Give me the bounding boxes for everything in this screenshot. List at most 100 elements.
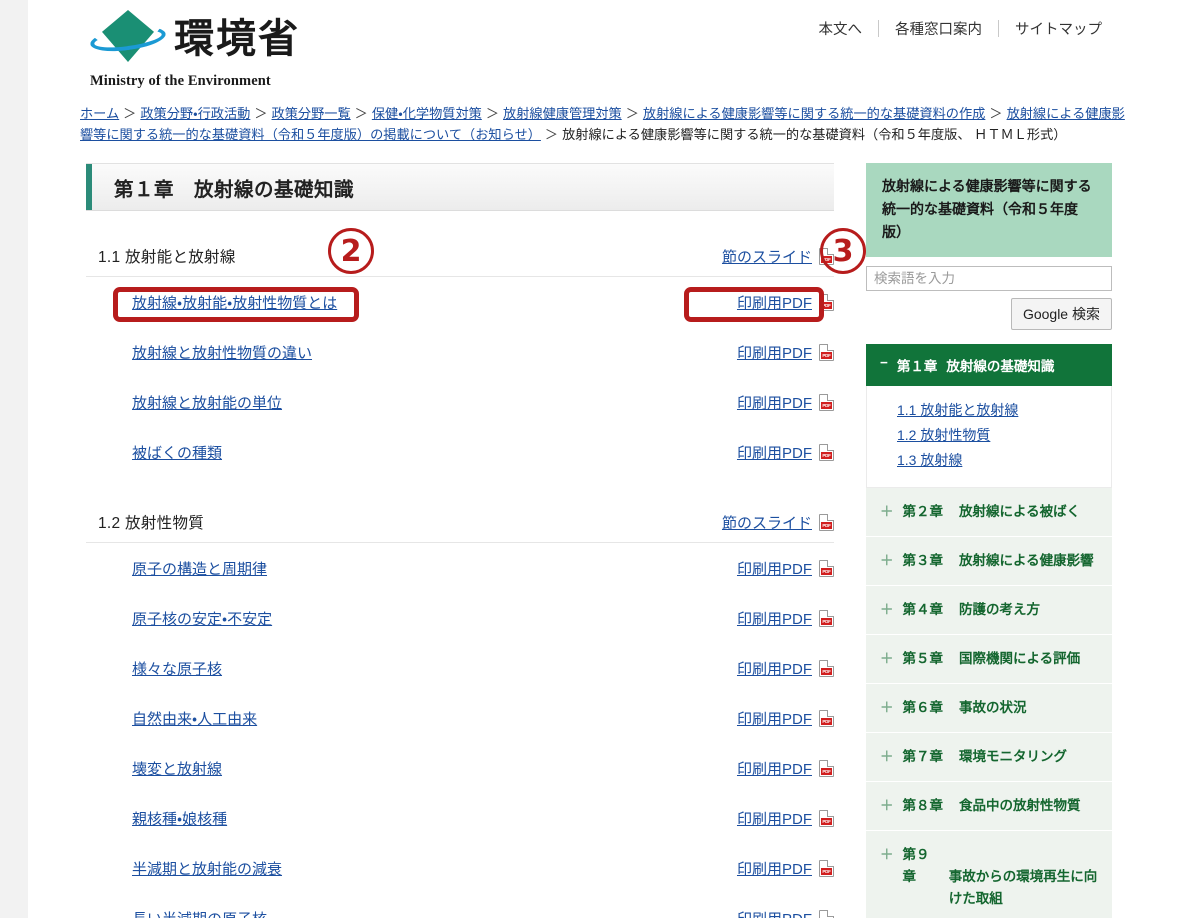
breadcrumb-separator: ＞	[625, 106, 639, 121]
pdf-link-label[interactable]: 印刷用PDF	[737, 858, 812, 879]
topic-pdf-link[interactable]: 印刷用PDF	[737, 858, 834, 879]
topic-pdf-link[interactable]: 印刷用PDF	[737, 908, 834, 918]
pdf-link-label[interactable]: 印刷用PDF	[737, 292, 812, 313]
section-title: 1.2 放射性物質	[98, 515, 205, 532]
sidebar-item-chapter-9[interactable]: ＋ 第９章 事故からの環境再生に向けた取組	[866, 831, 1112, 918]
breadcrumb-item-policy-field[interactable]: 政策分野・行政活動	[140, 106, 250, 121]
expand-plus-icon: ＋	[880, 798, 894, 813]
slide-link-label[interactable]: 節のスライド	[722, 246, 812, 267]
topic-link[interactable]: 放射線と放射能の単位	[132, 392, 282, 413]
chapter-number: 第３章	[902, 553, 944, 568]
breadcrumb-item-material-creation[interactable]: 放射線による健康影響等に関する統一的な基礎資料の作成	[643, 106, 985, 121]
topic-link[interactable]: 原子の構造と周期律	[132, 558, 267, 579]
topic-row: 放射線と放射能の単位 印刷用PDF	[86, 377, 834, 427]
slide-link-label[interactable]: 節のスライド	[722, 512, 812, 533]
breadcrumb-separator: ＞	[989, 106, 1003, 121]
pdf-link-label[interactable]: 印刷用PDF	[737, 908, 812, 918]
topic-pdf-link[interactable]: 印刷用PDF	[737, 342, 834, 363]
topic-pdf-link[interactable]: 印刷用PDF	[737, 708, 834, 729]
chapter-label: 放射線による健康影響	[959, 553, 1094, 568]
pdf-link-label[interactable]: 印刷用PDF	[737, 708, 812, 729]
topic-link[interactable]: 原子核の安定・不安定	[132, 608, 272, 629]
collapse-minus-icon: −	[880, 355, 888, 370]
pdf-icon	[819, 859, 834, 877]
page-title: 第１章 放射線の基礎知識	[114, 178, 355, 201]
pdf-link-label[interactable]: 印刷用PDF	[737, 442, 812, 463]
section-slide-link[interactable]: 節のスライド	[722, 512, 834, 533]
breadcrumb-separator: ＞	[544, 127, 559, 142]
breadcrumb: ホーム＞政策分野・行政活動＞政策分野一覧＞保健・化学物質対策＞放射線健康管理対策…	[80, 103, 1135, 145]
sidebar-item-chapter-2[interactable]: ＋ 第２章 放射線による被ばく	[866, 488, 1112, 537]
topic-pdf-link[interactable]: 印刷用PDF	[737, 808, 834, 829]
topic-pdf-link[interactable]: 印刷用PDF	[737, 758, 834, 779]
sidebar: 放射線による健康影響等に関する統一的な基礎資料（令和５年度版） Google 検…	[866, 163, 1112, 918]
chapter-1-subsections: 1.1 放射能と放射線 1.2 放射性物質 1.3 放射線	[866, 386, 1112, 488]
pdf-link-label[interactable]: 印刷用PDF	[737, 658, 812, 679]
topic-pdf-link[interactable]: 印刷用PDF	[737, 442, 834, 463]
topic-link[interactable]: 放射線・放射能・放射性物質とは	[132, 292, 337, 313]
site-logo[interactable]: 環境省 Ministry of the Environment	[88, 8, 300, 90]
chapter-label: 環境モニタリング	[959, 749, 1067, 764]
breadcrumb-item-health-chemical[interactable]: 保健・化学物質対策	[372, 106, 482, 121]
pdf-link-label[interactable]: 印刷用PDF	[737, 342, 812, 363]
left-gutter	[0, 0, 28, 918]
expand-plus-icon: ＋	[880, 504, 894, 519]
chapter-number: 第９章	[902, 847, 930, 884]
main-content: 第１章 放射線の基礎知識 1.1 放射能と放射線 節のスライド 放射線・放射能・…	[86, 163, 834, 918]
section-slide-link[interactable]: 節のスライド	[722, 246, 834, 267]
pdf-link-label[interactable]: 印刷用PDF	[737, 608, 812, 629]
chapter-label: 防護の考え方	[959, 602, 1040, 617]
sidebar-item-chapter-3[interactable]: ＋ 第３章 放射線による健康影響	[866, 537, 1112, 586]
topic-row: 被ばくの種類 印刷用PDF	[86, 427, 834, 477]
chapter-label: 放射線による被ばく	[959, 504, 1081, 519]
util-nav-contact-guide[interactable]: 各種窓口案内	[879, 18, 998, 39]
breadcrumb-current-page: 放射線による健康影響等に関する統一的な基礎資料（令和５年度版、 ＨＴＭＬ形式）	[562, 127, 1067, 142]
topic-row: 自然由来・人工由来 印刷用PDF	[86, 693, 834, 743]
sidebar-subitem-1-1[interactable]: 1.1 放射能と放射線	[897, 398, 1099, 423]
pdf-link-label[interactable]: 印刷用PDF	[737, 808, 812, 829]
util-nav-skip-to-content[interactable]: 本文へ	[803, 18, 879, 39]
topic-row: 親核種・娘核種 印刷用PDF	[86, 793, 834, 843]
sidebar-item-chapter-1[interactable]: − 第１章 放射線の基礎知識	[866, 344, 1112, 386]
sidebar-item-chapter-7[interactable]: ＋ 第７章 環境モニタリング	[866, 733, 1112, 782]
utility-nav: 本文へ 各種窓口案内 サイトマップ	[803, 18, 1119, 39]
util-nav-sitemap[interactable]: サイトマップ	[999, 18, 1118, 39]
pdf-link-label[interactable]: 印刷用PDF	[737, 392, 812, 413]
topic-link[interactable]: 長い半減期の原子核	[132, 908, 267, 918]
sidebar-subitem-1-3[interactable]: 1.3 放射線	[897, 448, 1099, 473]
topic-link[interactable]: 放射線と放射性物質の違い	[132, 342, 312, 363]
search-input[interactable]	[866, 266, 1112, 291]
breadcrumb-item-policy-list[interactable]: 政策分野一覧	[272, 106, 351, 121]
expand-plus-icon: ＋	[880, 553, 894, 568]
topic-link[interactable]: 壊変と放射線	[132, 758, 222, 779]
topic-link[interactable]: 被ばくの種類	[132, 442, 222, 463]
pdf-icon	[819, 343, 834, 361]
annotation-marker-2: 2	[328, 228, 374, 274]
sidebar-item-chapter-4[interactable]: ＋ 第４章 防護の考え方	[866, 586, 1112, 635]
breadcrumb-separator: ＞	[254, 106, 268, 121]
topic-link[interactable]: 親核種・娘核種	[132, 808, 227, 829]
breadcrumb-item-home[interactable]: ホーム	[80, 106, 119, 121]
annotation-marker-3: 3	[820, 228, 866, 274]
pdf-link-label[interactable]: 印刷用PDF	[737, 558, 812, 579]
breadcrumb-separator: ＞	[123, 106, 137, 121]
expand-plus-icon: ＋	[880, 700, 894, 715]
chapter-number: 第６章	[902, 700, 944, 715]
expand-plus-icon: ＋	[880, 651, 894, 666]
topic-pdf-link[interactable]: 印刷用PDF	[737, 608, 834, 629]
topic-pdf-link[interactable]: 印刷用PDF	[737, 392, 834, 413]
topic-link[interactable]: 自然由来・人工由来	[132, 708, 257, 729]
breadcrumb-item-radiation-health[interactable]: 放射線健康管理対策	[503, 106, 622, 121]
sidebar-item-chapter-6[interactable]: ＋ 第６章 事故の状況	[866, 684, 1112, 733]
topic-pdf-link[interactable]: 印刷用PDF	[737, 558, 834, 579]
sidebar-item-chapter-8[interactable]: ＋ 第８章 食品中の放射性物質	[866, 782, 1112, 831]
sidebar-item-chapter-5[interactable]: ＋ 第５章 国際機関による評価	[866, 635, 1112, 684]
topic-pdf-link[interactable]: 印刷用PDF	[737, 292, 834, 313]
topic-link[interactable]: 半減期と放射能の減衰	[132, 858, 282, 879]
chapter-label: 事故の状況	[959, 700, 1027, 715]
pdf-link-label[interactable]: 印刷用PDF	[737, 758, 812, 779]
topic-link[interactable]: 様々な原子核	[132, 658, 222, 679]
google-search-button[interactable]: Google 検索	[1010, 298, 1112, 330]
topic-pdf-link[interactable]: 印刷用PDF	[737, 658, 834, 679]
sidebar-subitem-1-2[interactable]: 1.2 放射性物質	[897, 423, 1099, 448]
